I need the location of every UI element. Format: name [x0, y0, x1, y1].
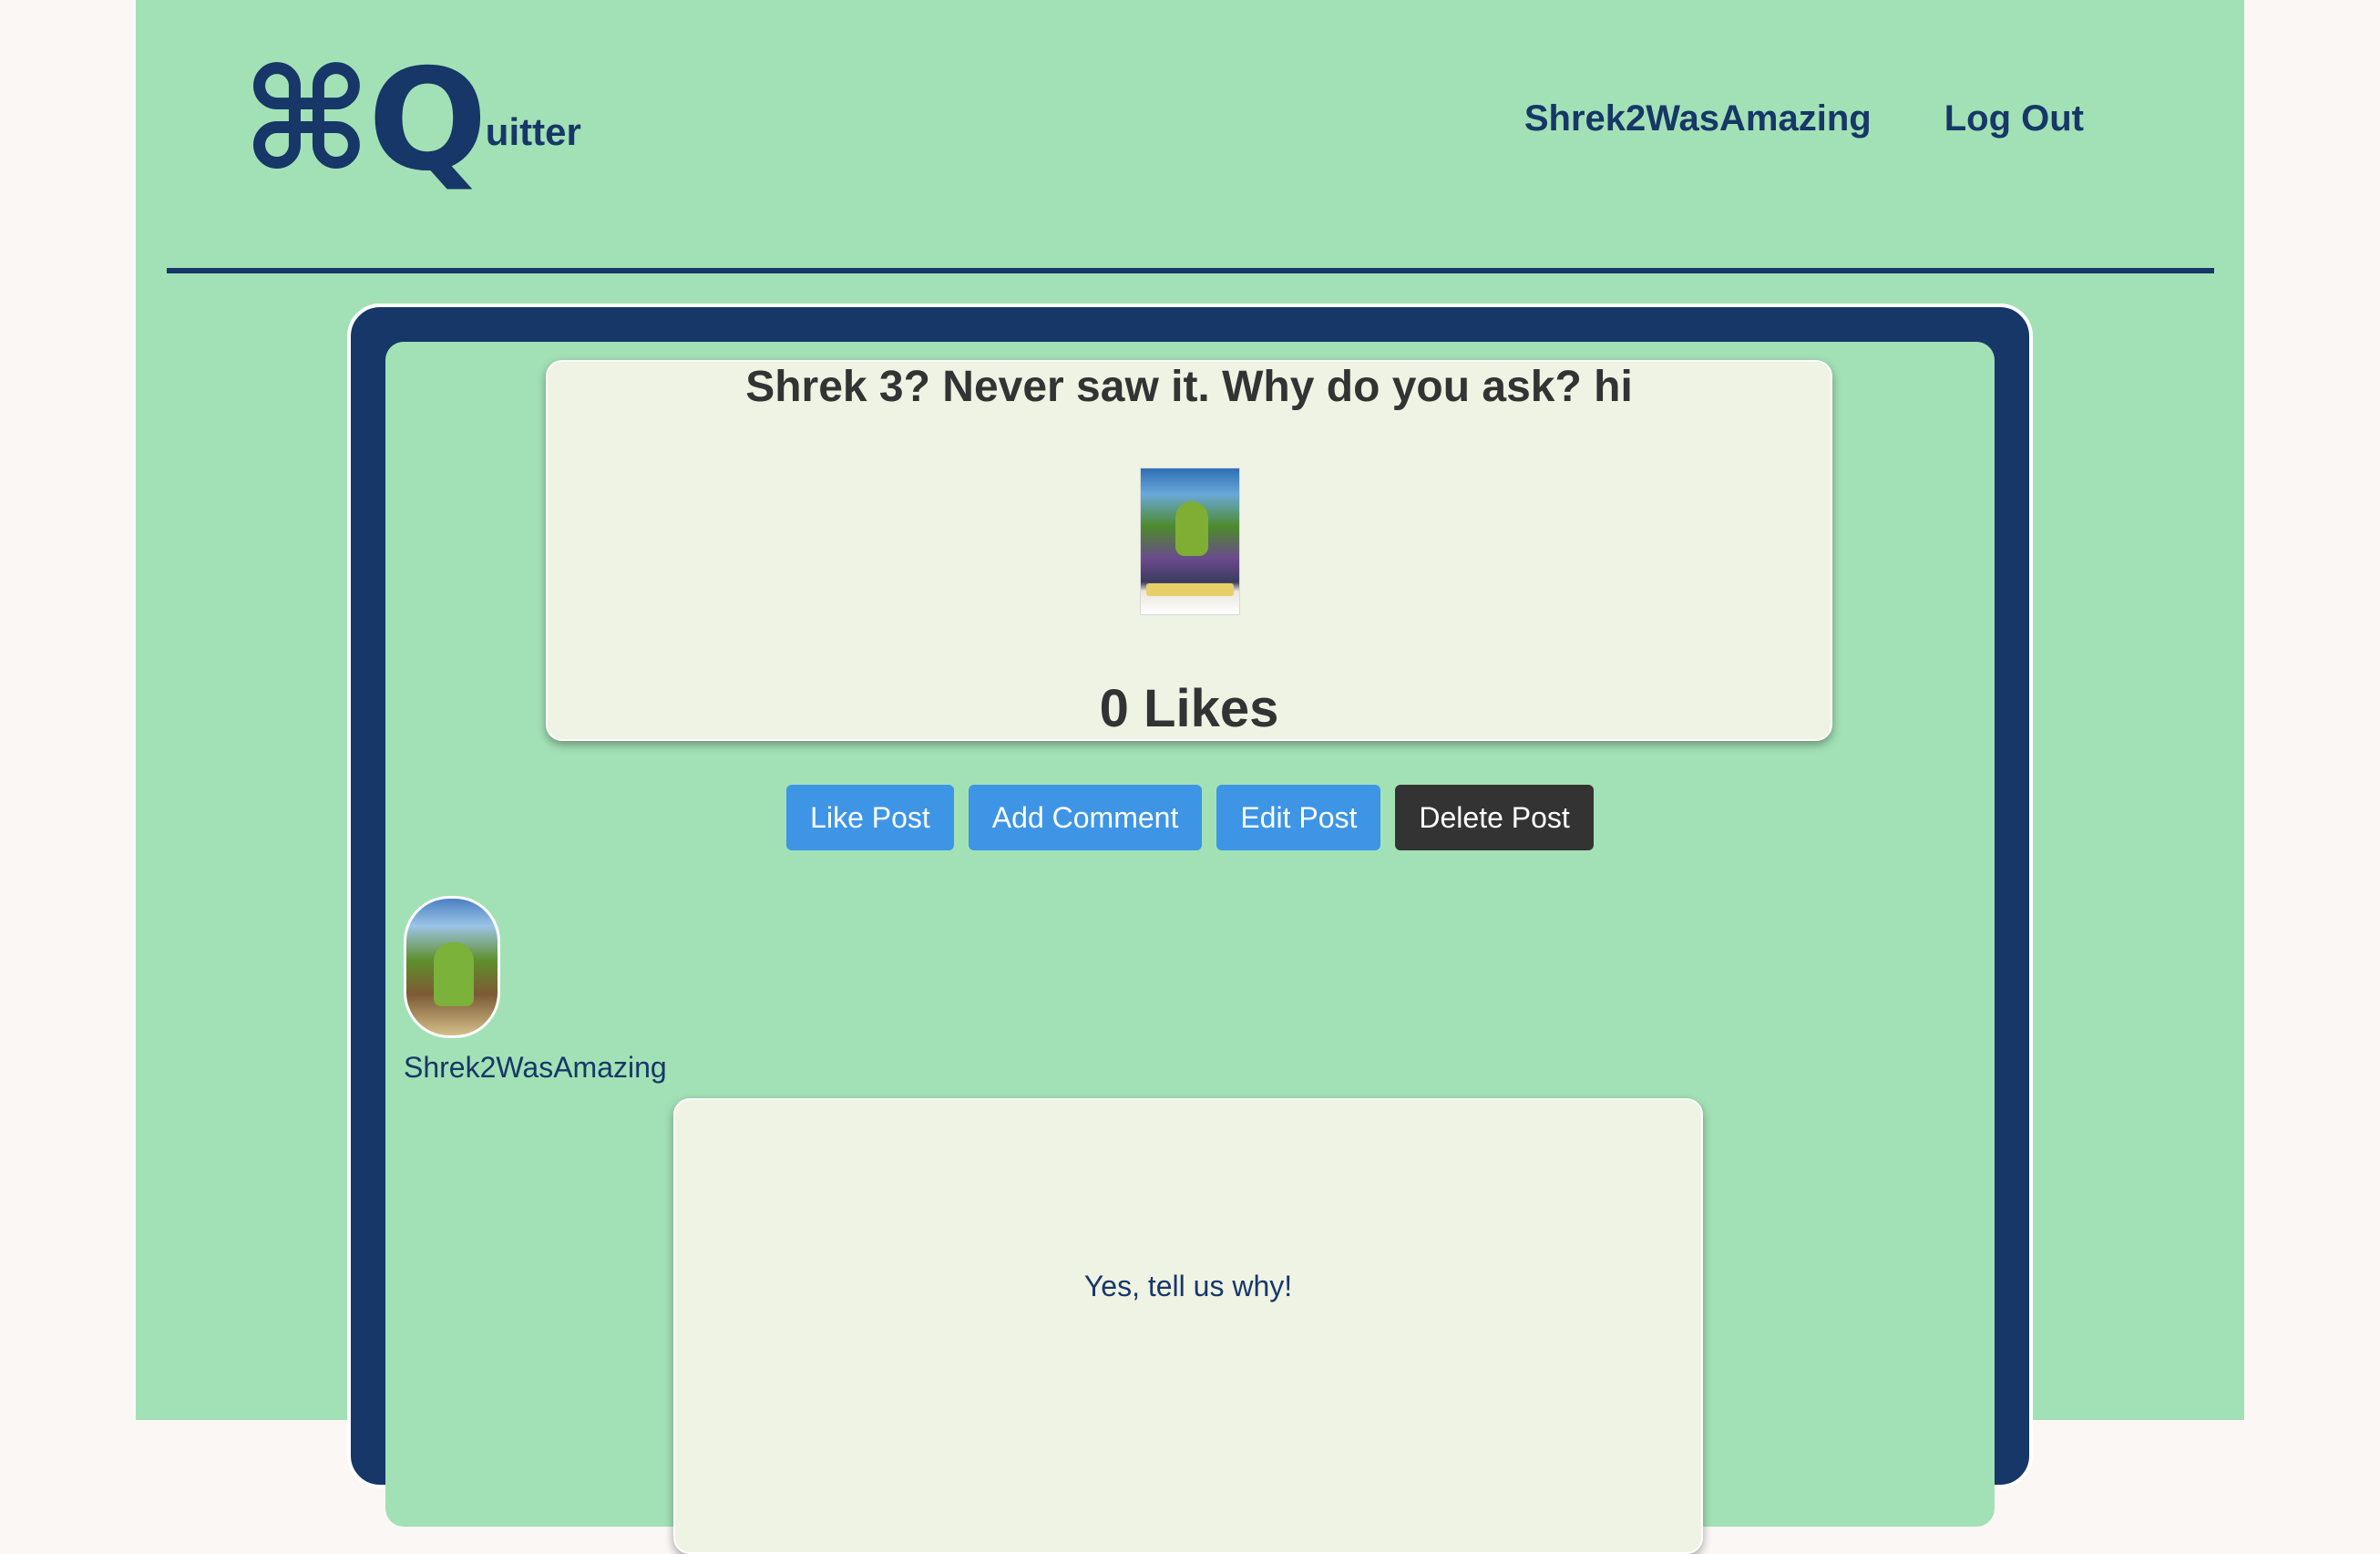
commenter-avatar[interactable]: [404, 896, 500, 1038]
poster-caption-band: [1146, 583, 1234, 596]
like-post-button[interactable]: Like Post: [786, 785, 954, 850]
post-likes-count: 0 Likes: [1099, 679, 1279, 738]
post-image[interactable]: [1140, 468, 1240, 615]
poster-figure: [1175, 501, 1208, 556]
nav-logout-link[interactable]: Log Out: [1944, 98, 2084, 139]
command-q-logo-icon: ⌘Q: [241, 39, 487, 202]
post-frame: Shrek 3? Never saw it. Why do you ask? h…: [347, 304, 2033, 1554]
post-title: Shrek 3? Never saw it. Why do you ask? h…: [745, 363, 1633, 411]
commenter-username[interactable]: Shrek2WasAmazing: [404, 1051, 667, 1085]
avatar-figure: [434, 942, 474, 1006]
comment-text: Yes, tell us why!: [1083, 1270, 1293, 1302]
post-card: Shrek 3? Never saw it. Why do you ask? h…: [546, 360, 1832, 741]
nav-profile-link[interactable]: Shrek2WasAmazing: [1524, 98, 1872, 139]
top-nav: Shrek2WasAmazing Log Out: [1524, 98, 2084, 139]
add-comment-button[interactable]: Add Comment: [968, 785, 1203, 850]
post-actions: Like Post Add Comment Edit Post Delete P…: [385, 785, 1995, 850]
logo-text: uitter: [485, 110, 581, 153]
quitter-logo[interactable]: ⌘Q uitter: [241, 39, 581, 202]
comment-card: Yes, tell us why!: [673, 1098, 1703, 1554]
delete-post-button[interactable]: Delete Post: [1395, 785, 1594, 850]
app-container: ⌘Q uitter Shrek2WasAmazing Log Out Shrek…: [136, 0, 2244, 1554]
header-divider: [167, 268, 2214, 273]
post-frame-inner: Shrek 3? Never saw it. Why do you ask? h…: [385, 342, 1995, 1554]
edit-post-button[interactable]: Edit Post: [1216, 785, 1381, 850]
